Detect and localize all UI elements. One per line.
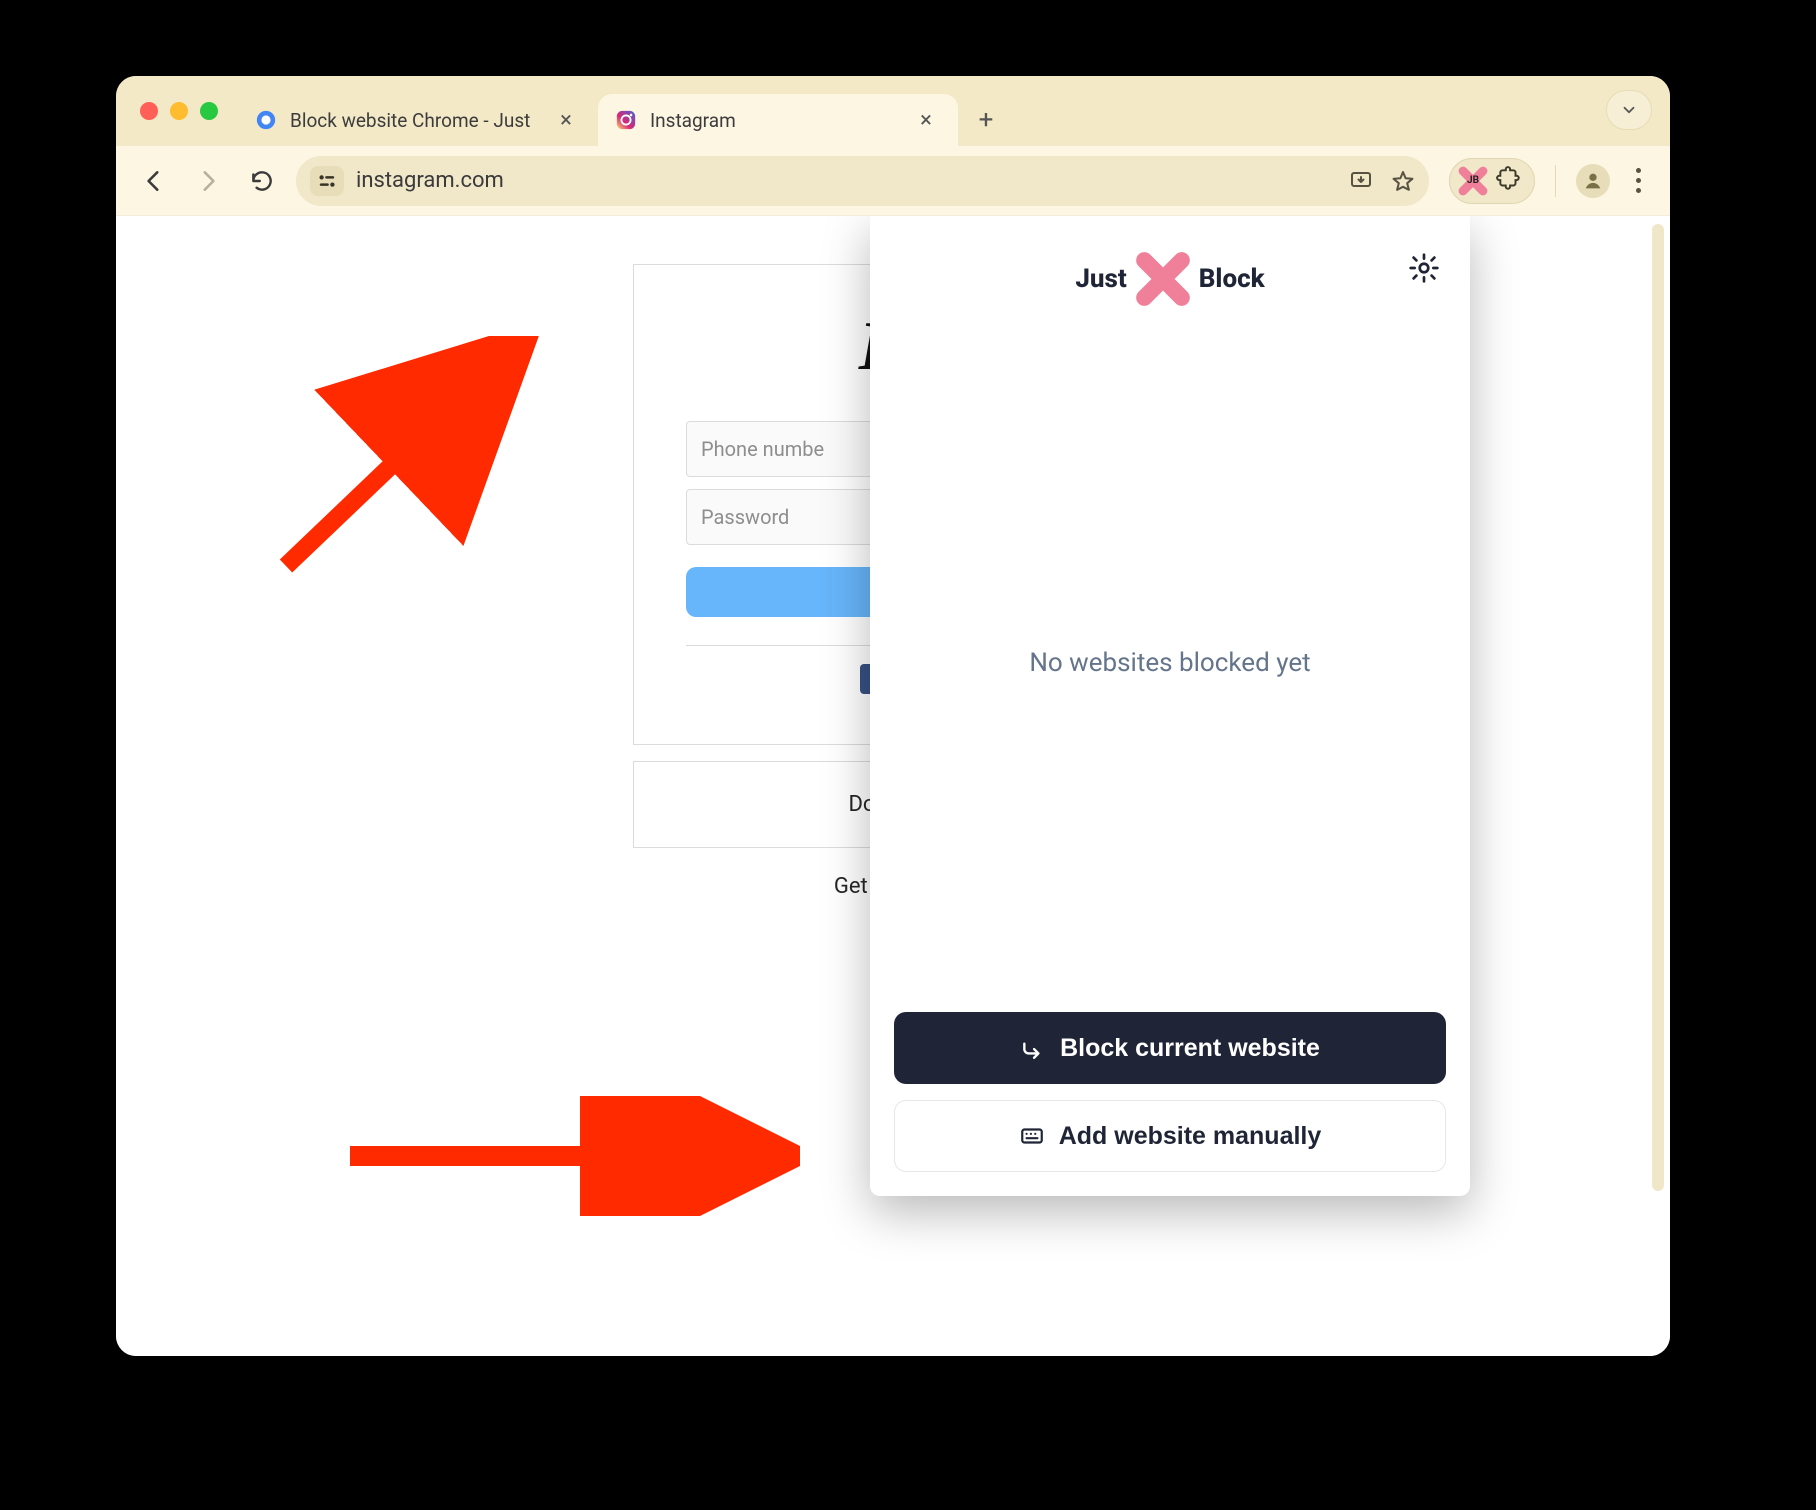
tab-title: Block website Chrome - Just — [290, 109, 542, 132]
arrow-right-icon — [195, 168, 221, 194]
close-tab-icon[interactable]: × — [554, 108, 578, 133]
logo-right: Block — [1199, 264, 1265, 294]
justblock-badge-text: JB — [1458, 166, 1488, 196]
close-window-icon[interactable] — [140, 102, 158, 120]
extensions-icon[interactable] — [1496, 166, 1526, 196]
empty-state-text: No websites blocked yet — [1029, 648, 1310, 678]
back-button[interactable] — [134, 161, 174, 201]
maximize-window-icon[interactable] — [200, 102, 218, 120]
annotation-arrow-url — [246, 336, 566, 596]
extensions-area: JB — [1449, 158, 1652, 204]
person-icon — [1582, 170, 1604, 192]
justblock-favicon-icon — [254, 108, 278, 132]
keyboard-icon — [1019, 1123, 1045, 1149]
password-placeholder: Password — [701, 505, 789, 529]
justblock-extension-button[interactable]: JB — [1449, 158, 1535, 204]
chevron-down-icon — [1620, 101, 1638, 119]
popup-actions: Block current website Add website manual… — [894, 1012, 1446, 1172]
bookmark-icon[interactable] — [1391, 169, 1415, 193]
new-tab-button[interactable]: + — [964, 98, 1008, 142]
add-manual-button[interactable]: Add website manually — [894, 1100, 1446, 1172]
logo-left: Just — [1075, 264, 1126, 294]
empty-state: No websites blocked yet — [894, 314, 1446, 1012]
minimize-window-icon[interactable] — [170, 102, 188, 120]
profile-button[interactable] — [1576, 164, 1610, 198]
browser-window: Block website Chrome - Just × Instagram … — [116, 76, 1670, 1356]
install-app-icon[interactable] — [1349, 169, 1373, 193]
annotation-arrow-block — [340, 1096, 800, 1216]
justblock-logo: Just Block — [1075, 251, 1264, 307]
reload-icon — [249, 168, 275, 194]
forward-button[interactable] — [188, 161, 228, 201]
address-bar[interactable]: instagram.com — [296, 156, 1429, 206]
vertical-scrollbar[interactable] — [1650, 224, 1666, 1348]
divider — [1555, 165, 1556, 197]
block-current-button[interactable]: Block current website — [894, 1012, 1446, 1084]
tab-title: Instagram — [650, 109, 902, 132]
page-viewport: In Phone numbe Password f Lo Don't ha — [116, 216, 1670, 1356]
gear-icon — [1408, 252, 1440, 284]
chrome-menu-button[interactable] — [1624, 168, 1652, 193]
tab-strip: Block website Chrome - Just × Instagram … — [238, 76, 1008, 146]
settings-button[interactable] — [1408, 252, 1440, 284]
instagram-favicon-icon — [614, 108, 638, 132]
site-settings-icon[interactable] — [310, 166, 344, 196]
tab-overflow-button[interactable] — [1606, 90, 1652, 130]
username-placeholder: Phone numbe — [701, 437, 824, 461]
url-text: instagram.com — [356, 168, 1337, 193]
block-current-label: Block current website — [1060, 1034, 1320, 1063]
tab-instagram[interactable]: Instagram × — [598, 94, 958, 146]
justblock-popup: Just Block No websites blocked yet Block… — [870, 216, 1470, 1196]
scrollbar-thumb[interactable] — [1652, 224, 1664, 1191]
add-manual-label: Add website manually — [1059, 1122, 1322, 1151]
return-arrow-icon — [1020, 1035, 1046, 1061]
reload-button[interactable] — [242, 161, 282, 201]
titlebar: Block website Chrome - Just × Instagram … — [116, 76, 1670, 146]
close-tab-icon[interactable]: × — [914, 108, 938, 133]
tab-justblock[interactable]: Block website Chrome - Just × — [238, 94, 598, 146]
justblock-x-icon — [1135, 251, 1191, 307]
arrow-left-icon — [141, 168, 167, 194]
window-controls[interactable] — [130, 76, 238, 146]
popup-header: Just Block — [894, 244, 1446, 314]
toolbar: instagram.com JB — [116, 146, 1670, 216]
